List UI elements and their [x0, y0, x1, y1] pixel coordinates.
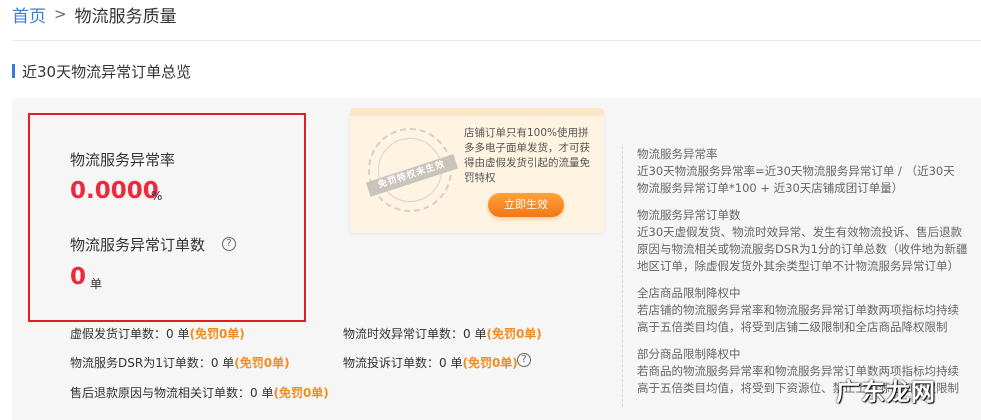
abnormal-count-value: 0 — [70, 264, 87, 290]
stat-dsr-one: 物流服务DSR为1订单数：0 单(免罚0单) — [70, 356, 290, 370]
exempt-count: (免罚0单) — [273, 386, 329, 400]
abnormal-count-unit: 单 — [90, 277, 103, 291]
abnormal-rate-value: 0.0000 — [70, 178, 159, 204]
metrics-highlight-box — [28, 113, 306, 322]
breadcrumb: 首页 > 物流服务质量 — [12, 2, 177, 27]
stat-fake-shipping: 虚假发货订单数：0 单(免罚0单) — [70, 327, 245, 341]
page-title: 物流服务质量 — [74, 6, 177, 27]
exempt-count: (免罚0单) — [234, 356, 290, 370]
exemption-promo-card: 免罚特权未生效 店铺订单只有100%使用拼多多电子面单发货，才可获得由虚假发货引… — [350, 108, 604, 233]
abnormal-rate-label: 物流服务异常率 — [70, 151, 176, 169]
abnormal-count-label: 物流服务异常订单数 — [70, 236, 206, 254]
section-title: 近30天物流异常订单总览 — [22, 62, 192, 81]
header-divider — [12, 40, 981, 41]
section-heading: 近30天物流异常订单总览 — [12, 62, 192, 81]
section-accent-bar — [12, 64, 15, 78]
definition-item: 全店商品限制降权中 若店铺的物流服务异常率和物流服务异常订单数两项指标均持续 高… — [637, 286, 959, 334]
stat-logistics-complaint: 物流投诉订单数：0 单(免罚0单) — [343, 356, 518, 370]
definitions-panel: 物流服务异常率 近30天物流服务异常率=近30天物流服务异常订单 / （近30天… — [622, 146, 981, 407]
definition-item: 物流服务异常率 近30天物流服务异常率=近30天物流服务异常订单 / （近30天… — [637, 147, 955, 195]
activate-now-button[interactable]: 立即生效 — [488, 193, 564, 217]
complaint-help-icon[interactable]: ? — [517, 353, 531, 367]
breadcrumb-separator: > — [54, 5, 67, 23]
promo-card-tab — [350, 108, 604, 116]
help-icon[interactable]: ? — [222, 237, 236, 251]
promo-description: 店铺订单只有100%使用拼多多电子面单发货，才可获得由虚假发货引起的流量免罚特权 — [464, 127, 590, 184]
stat-refund-logistics: 售后退款原因与物流相关订单数：0 单(免罚0单) — [70, 386, 329, 400]
exempt-count: (免罚0单) — [462, 356, 518, 370]
site-watermark: 广东龙网 — [836, 378, 936, 406]
abnormal-rate-unit: % — [151, 189, 163, 203]
stat-delivery-delay: 物流时效异常订单数：0 单(免罚0单) — [343, 327, 542, 341]
exempt-count: (免罚0单) — [189, 327, 245, 341]
definition-item: 物流服务异常订单数 近30天虚假发货、物流时效异常、发生有效物流投诉、售后退款 … — [637, 208, 968, 273]
exemption-seal-icon: 免罚特权未生效 — [365, 128, 459, 212]
breadcrumb-home-link[interactable]: 首页 — [12, 2, 46, 27]
exempt-count: (免罚0单) — [486, 327, 542, 341]
